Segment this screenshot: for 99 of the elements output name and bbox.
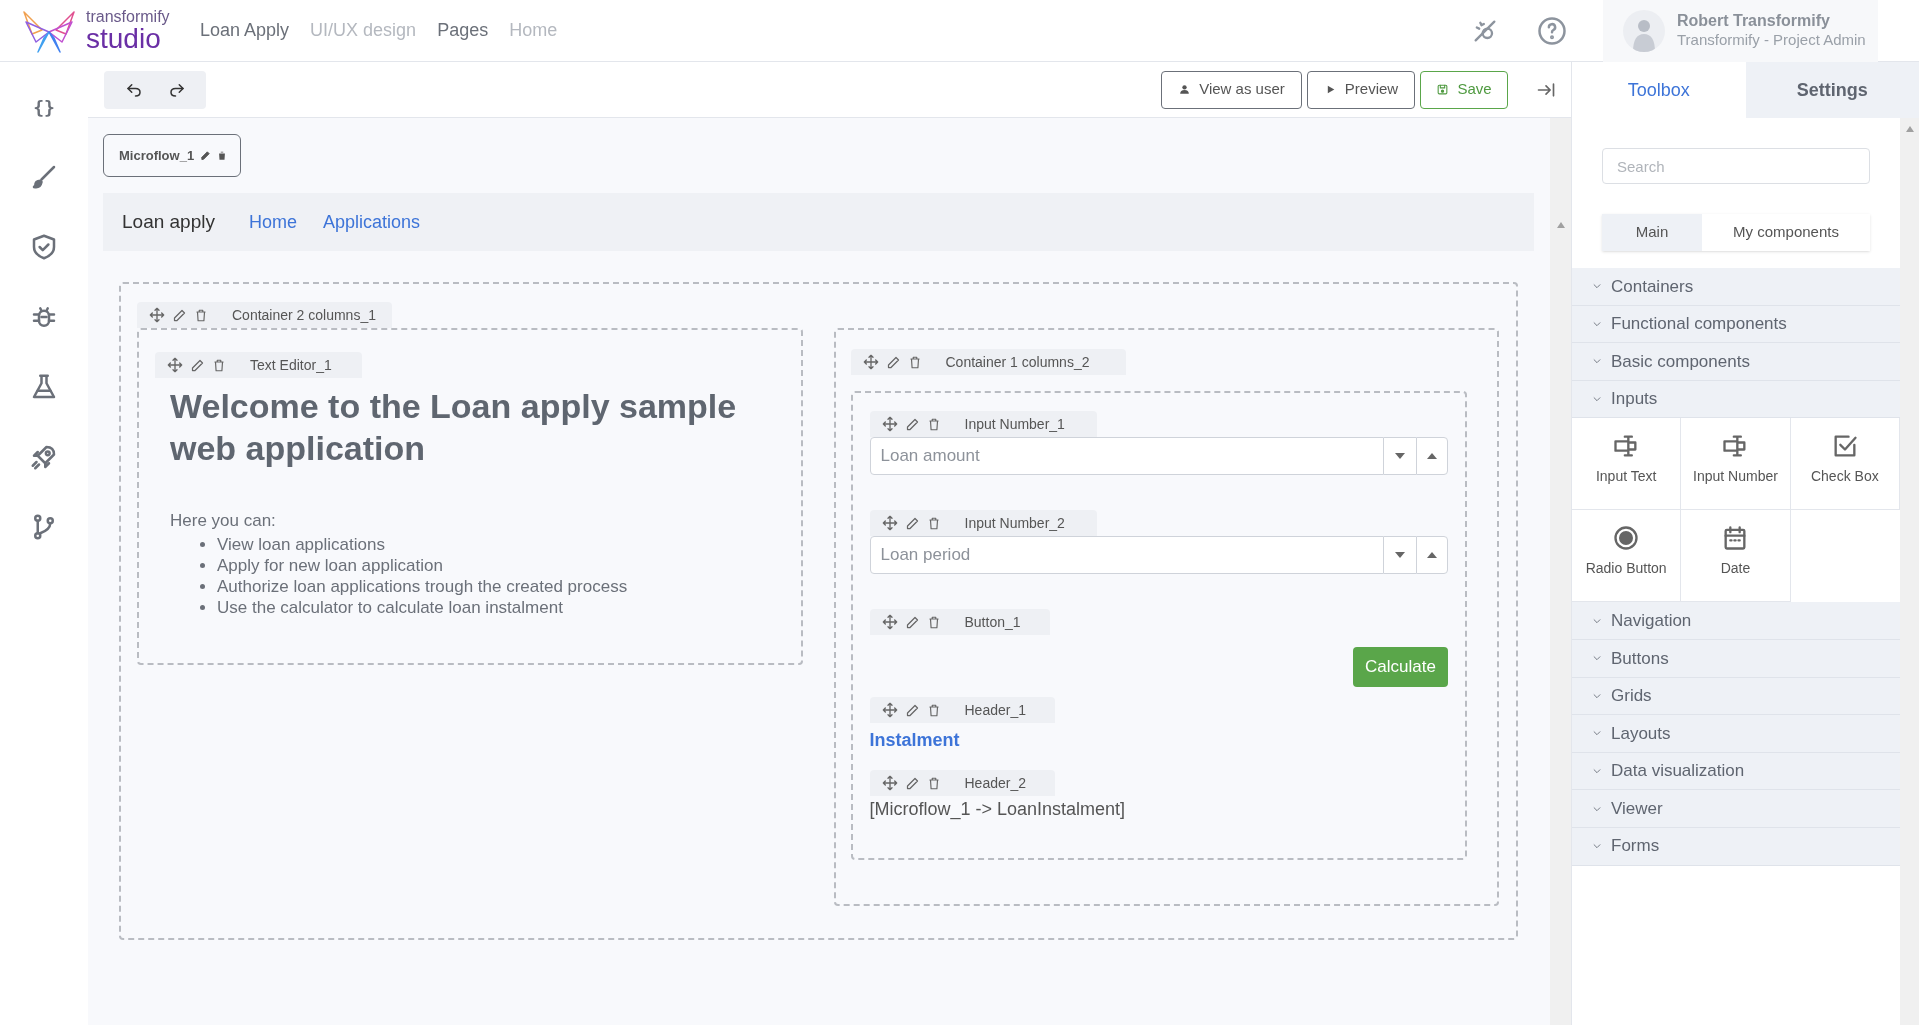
scroll-up-icon [1905,126,1914,132]
decrement-button[interactable] [1384,437,1416,475]
move-icon[interactable] [881,614,898,630]
caret-up-icon [1427,453,1437,459]
bullet-icon [200,583,205,589]
segment-button[interactable]: Main [1602,214,1702,251]
number-input-field[interactable]: Loan period [869,536,1384,574]
increment-button[interactable] [1416,536,1448,574]
user-icon [1178,83,1192,96]
edit-icon[interactable] [904,515,920,531]
microflow-label: Microflow_1 [119,146,195,165]
accordion-header[interactable]: Containers [1572,268,1900,306]
intro-text: Here you can: [170,510,277,532]
scrollbar[interactable] [1550,118,1571,1025]
component-name: Container 1 columns_2 [945,352,1090,372]
move-icon[interactable] [881,416,898,432]
toolbar-button[interactable]: Preview [1307,70,1415,109]
bullet-icon [200,541,205,547]
toolbar-button[interactable]: Save [1420,70,1508,109]
trash-icon[interactable] [926,702,941,718]
data-binding-text: [Microflow_1 -> LoanInstalment] [869,798,1127,822]
component-name: Header_1 [964,700,1026,720]
accordion-header[interactable]: Buttons [1572,639,1900,678]
trash-icon[interactable] [926,614,941,630]
radio-button-icon [1612,524,1641,553]
user-profile[interactable]: Robert Transformify Transformify - Project Admin [1603,0,1878,62]
accordion-header[interactable]: Inputs [1572,380,1900,419]
edit-icon[interactable] [200,150,212,161]
list-item: Authorize loan applications trough the created process [217,575,628,597]
component-name: Input Number_2 [964,513,1065,533]
component-name: Button_1 [964,612,1021,632]
trash-icon[interactable] [926,416,941,432]
trash-icon[interactable] [212,357,226,373]
user-name: Robert Transformify [1677,11,1831,32]
segment-button[interactable]: My components [1702,214,1870,251]
code-icon[interactable]: {} [33,92,55,122]
help-icon[interactable] [1537,15,1567,46]
panel-tab[interactable]: Settings [1745,62,1919,118]
move-icon[interactable] [167,357,183,373]
navbar-brand: Loan apply [122,209,215,234]
accordion-header[interactable]: Basic components [1572,343,1900,381]
list-item: Use the calculator to calculate loan instalment [217,596,563,618]
component-name: Header_2 [964,773,1026,793]
edit-icon[interactable] [172,307,187,323]
scrollbar[interactable] [1900,118,1919,1025]
logo-subtitle: transformify [86,8,170,25]
trash-icon[interactable] [926,515,941,531]
microflow-chip[interactable]: Microflow_1 [103,134,241,177]
user-role: Transformify - Project Admin [1677,31,1866,50]
edit-icon[interactable] [904,702,920,718]
caret-down-icon [1395,552,1405,558]
decrement-button[interactable] [1384,536,1416,574]
move-icon[interactable] [881,515,898,531]
bullet-icon [200,562,205,568]
component-name: Text Editor_1 [250,355,332,375]
search-field[interactable]: Search [1602,148,1870,184]
navbar-link[interactable]: Home [248,208,297,236]
component-name: Container 2 columns_1 [232,305,376,325]
bullet-icon [200,604,205,610]
breadcrumb-link[interactable]: Loan Apply [200,17,290,44]
edit-icon[interactable] [904,416,920,432]
welcome-heading: Welcome to the Loan apply sample web application [170,386,738,469]
logo-title: studio [86,24,161,53]
navbar-link[interactable]: Applications [323,208,421,236]
list-item: View loan applications [217,533,385,555]
number-input-field[interactable]: Loan amount [869,437,1384,475]
move-icon[interactable] [862,354,879,370]
component-name: Input Number_1 [964,414,1065,434]
move-icon[interactable] [149,307,165,323]
list-item: Apply for new loan application [217,554,443,576]
move-icon[interactable] [881,775,898,791]
accordion-header[interactable]: Forms [1572,827,1900,866]
move-icon[interactable] [881,702,898,718]
section-header: Instalment [869,729,961,752]
trash-icon[interactable] [907,354,922,370]
accordion-header[interactable]: Data visualization [1572,752,1900,791]
toolbar-button[interactable]: View as user [1161,70,1302,109]
edit-icon[interactable] [190,357,205,373]
accordion-header[interactable]: Viewer [1572,790,1900,828]
trash-icon[interactable] [194,307,208,323]
component-tile[interactable]: Input Text [1572,418,1682,511]
caret-down-icon [1395,453,1405,459]
trash-icon[interactable] [926,775,941,791]
edit-icon[interactable] [904,614,920,630]
calculate-button[interactable]: Calculate [1353,647,1448,687]
increment-button[interactable] [1416,437,1448,475]
breadcrumb-link[interactable]: Pages [437,17,489,44]
accordion-header[interactable]: Layouts [1572,715,1900,753]
accordion-header[interactable]: Navigation [1572,602,1900,640]
save-icon [1436,83,1450,96]
component-tile[interactable]: Input Number [1681,418,1791,511]
accordion-header[interactable]: Functional components [1572,305,1900,344]
scroll-up-icon [1556,222,1565,228]
edit-icon[interactable] [885,354,901,370]
avatar [1623,9,1665,52]
accordion-header[interactable]: Grids [1572,677,1900,716]
edit-icon[interactable] [904,775,920,791]
caret-up-icon [1427,552,1437,558]
trash-icon[interactable] [217,150,228,161]
